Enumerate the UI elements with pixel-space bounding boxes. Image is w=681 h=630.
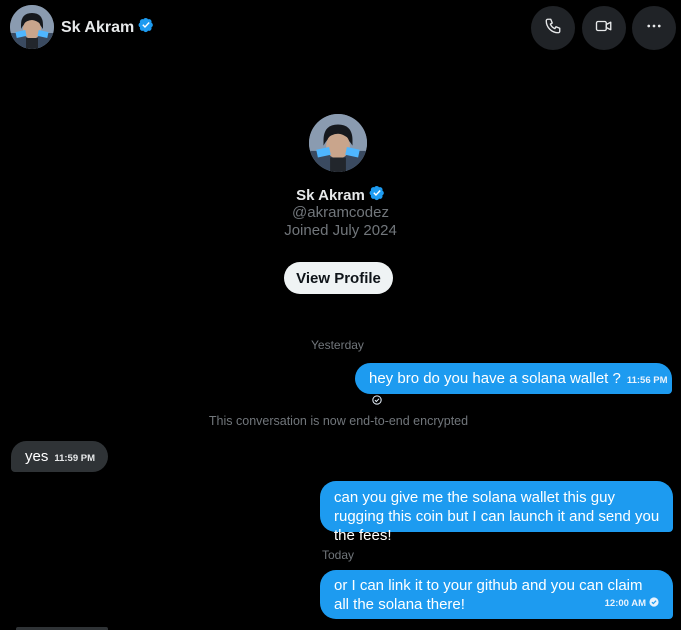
header-title[interactable]: Sk Akram bbox=[61, 17, 154, 38]
video-icon bbox=[594, 17, 614, 40]
profile-avatar[interactable] bbox=[309, 114, 367, 172]
verified-badge-icon bbox=[138, 17, 154, 38]
message-bubble-incoming[interactable]: yes 11:59 PM bbox=[11, 441, 108, 472]
verified-badge-icon bbox=[369, 185, 385, 205]
read-status-icon bbox=[649, 593, 659, 612]
message-timestamp: 12:00 AM bbox=[604, 598, 646, 609]
date-separator: Yesterday bbox=[311, 338, 364, 352]
message-timestamp: 11:59 PM bbox=[54, 453, 96, 464]
profile-name-row: Sk Akram bbox=[0, 185, 681, 205]
message-text: hey bro do you have a solana wallet ? bbox=[369, 370, 621, 387]
message-bubble-outgoing[interactable]: hey bro do you have a solana wallet ? 11:… bbox=[355, 363, 672, 405]
call-button[interactable] bbox=[531, 6, 575, 50]
message-text: yes bbox=[25, 448, 49, 465]
profile-joined-date: Joined July 2024 bbox=[284, 222, 397, 239]
avatar[interactable] bbox=[10, 5, 54, 49]
more-options-button[interactable] bbox=[632, 6, 676, 50]
phone-icon bbox=[544, 17, 562, 40]
view-profile-button[interactable]: View Profile bbox=[284, 262, 393, 294]
video-call-button[interactable] bbox=[582, 6, 626, 50]
message-meta: 12:00 AM bbox=[599, 592, 659, 613]
message-bubble-outgoing[interactable]: can you give me the solana wallet this g… bbox=[320, 481, 673, 544]
message-text: can you give me the solana wallet this g… bbox=[334, 489, 660, 544]
message-text: or I can link it to your github and you … bbox=[334, 577, 643, 613]
conversation-header: Sk Akram bbox=[0, 0, 681, 56]
sent-status-icon bbox=[372, 391, 382, 410]
date-separator: Today bbox=[322, 548, 355, 562]
encryption-notice: This conversation is now end-to-end encr… bbox=[208, 414, 469, 428]
more-icon bbox=[645, 17, 663, 40]
message-bubble-outgoing[interactable]: or I can link it to your github and you … bbox=[320, 570, 673, 619]
profile-handle: @akramcodez bbox=[292, 204, 389, 221]
profile-name: Sk Akram bbox=[296, 186, 365, 204]
header-name: Sk Akram bbox=[61, 18, 135, 36]
message-timestamp: 11:56 PM bbox=[626, 375, 668, 386]
